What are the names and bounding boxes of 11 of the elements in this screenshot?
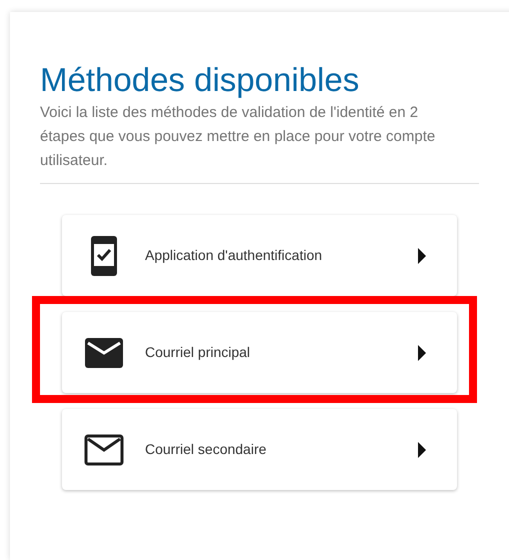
caret-right-icon — [417, 440, 427, 458]
phone-check-icon — [90, 234, 118, 276]
caret-right-icon — [417, 344, 427, 362]
envelope-icon — [84, 434, 124, 466]
caret-right-icon — [417, 246, 427, 264]
method-card[interactable]: Courriel secondaire — [62, 409, 457, 490]
page-title: Méthodes disponibles — [40, 60, 360, 100]
envelope-icon — [84, 336, 124, 368]
method-card[interactable]: Courriel principal — [62, 312, 457, 393]
description: Voici la liste des méthodes de validation de l'identité en 2 étapes que vous pouvez mettre en place pour votre compte utilisateur. — [40, 103, 436, 171]
method-card[interactable]: Application d'authentification — [62, 215, 457, 296]
